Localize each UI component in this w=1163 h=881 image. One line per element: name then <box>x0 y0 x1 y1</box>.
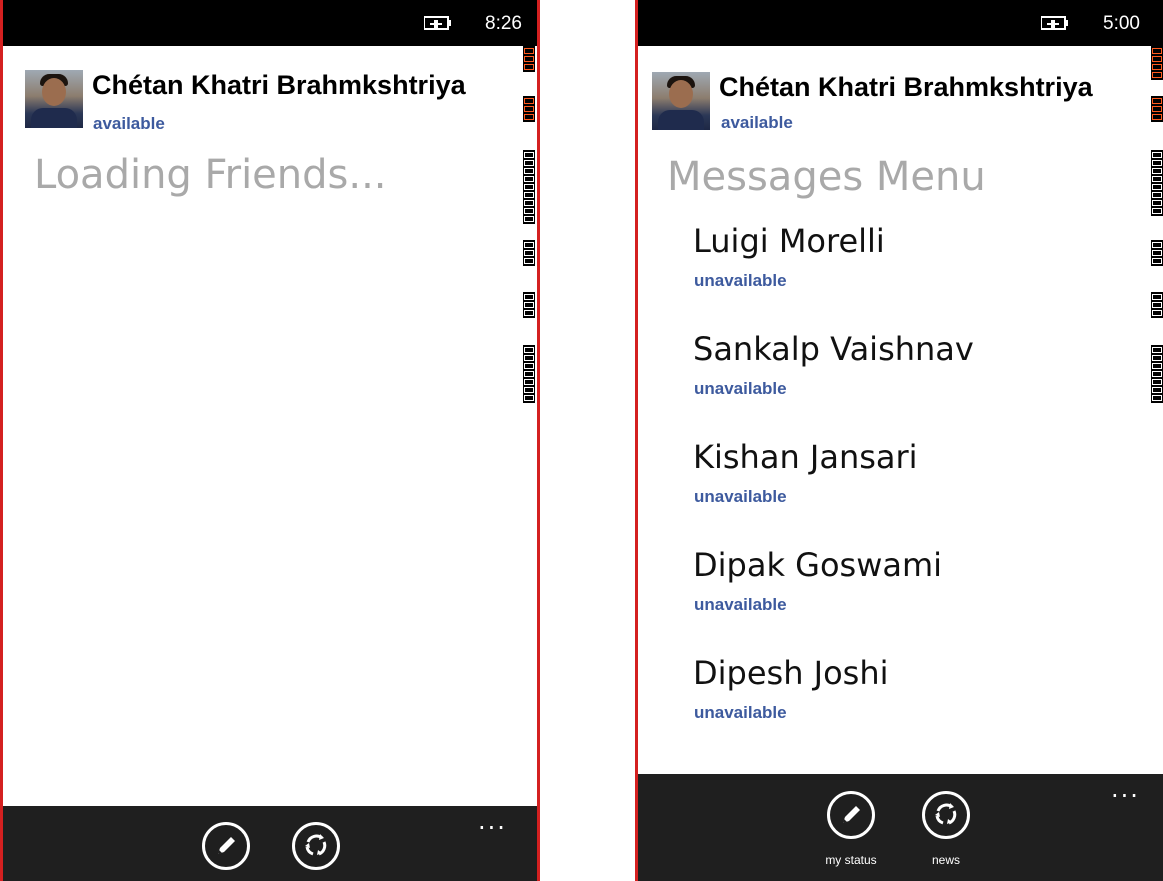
friend-list-item[interactable]: Kishan Jansari unavailable <box>693 438 1113 542</box>
friend-list-item[interactable]: Dipesh Joshi unavailable <box>693 654 1113 758</box>
emulator-frame-right-edge <box>537 0 540 881</box>
debug-counter <box>523 150 535 224</box>
news-button[interactable] <box>292 822 340 870</box>
friend-status: unavailable <box>694 703 787 722</box>
emulator-frame-left-edge <box>0 0 3 881</box>
emulator-frame-left-edge <box>635 0 638 881</box>
debug-counter <box>1151 292 1163 318</box>
clock: 5:00 <box>1103 13 1140 34</box>
profile-avatar[interactable] <box>25 70 83 128</box>
battery-charging-icon <box>1041 16 1068 30</box>
system-tray: 8:26 <box>0 0 540 46</box>
refresh-circle-icon <box>935 803 957 825</box>
profile-name: Chétan Khatri Brahmkshtriya <box>92 70 466 100</box>
debug-counter <box>523 46 535 72</box>
friend-list-item[interactable]: Luigi Morelli unavailable <box>693 222 1113 326</box>
page-title: Messages Menu <box>667 154 986 200</box>
friend-name: Sankalp Vaishnav <box>693 330 974 368</box>
friend-name: Kishan Jansari <box>693 438 918 476</box>
profile-status[interactable]: available <box>93 114 165 134</box>
friend-name: Luigi Morelli <box>693 222 885 260</box>
battery-charging-icon <box>424 16 451 30</box>
my-status-label: my status <box>825 853 877 867</box>
debug-counter <box>1151 46 1163 80</box>
application-bar: ... <box>0 806 540 881</box>
pencil-icon <box>218 837 235 854</box>
refresh-circle-icon <box>305 834 327 856</box>
profile-status[interactable]: available <box>721 113 793 133</box>
debug-counter <box>1151 150 1163 216</box>
friend-name: Dipesh Joshi <box>693 654 889 692</box>
pencil-icon <box>843 806 860 823</box>
clock: 8:26 <box>485 13 522 34</box>
friend-status: unavailable <box>694 271 787 290</box>
debug-counter <box>1151 345 1163 403</box>
profile-name: Chétan Khatri Brahmkshtriya <box>719 72 1093 102</box>
edit-status-button[interactable] <box>202 822 250 870</box>
profile-avatar[interactable] <box>652 72 710 130</box>
debug-counter <box>523 240 535 266</box>
debug-counter <box>1151 240 1163 266</box>
debug-counter <box>523 292 535 318</box>
friend-status: unavailable <box>694 595 787 614</box>
application-bar: my status news ... <box>635 774 1163 881</box>
debug-counter <box>523 345 535 403</box>
system-tray: 5:00 <box>635 0 1163 46</box>
friend-list-item[interactable]: Dipak Goswami unavailable <box>693 546 1113 650</box>
friend-status: unavailable <box>694 487 787 506</box>
more-options-icon[interactable]: ... <box>478 809 507 833</box>
friend-name: Dipak Goswami <box>693 546 943 584</box>
news-button[interactable] <box>922 791 970 839</box>
my-status-button[interactable] <box>827 791 875 839</box>
news-label: news <box>931 853 960 867</box>
more-options-icon[interactable]: ... <box>1111 777 1140 801</box>
left-phone-screen: 8:26 Chétan Khatri Brahmkshtriya availab… <box>0 0 540 881</box>
debug-counter <box>523 96 535 122</box>
friend-status: unavailable <box>694 379 787 398</box>
friend-list-item[interactable]: Sankalp Vaishnav unavailable <box>693 330 1113 434</box>
right-phone-screen: 5:00 Chétan Khatri Brahmkshtriya availab… <box>635 0 1163 881</box>
page-title: Loading Friends... <box>34 152 387 198</box>
debug-counter <box>1151 96 1163 122</box>
